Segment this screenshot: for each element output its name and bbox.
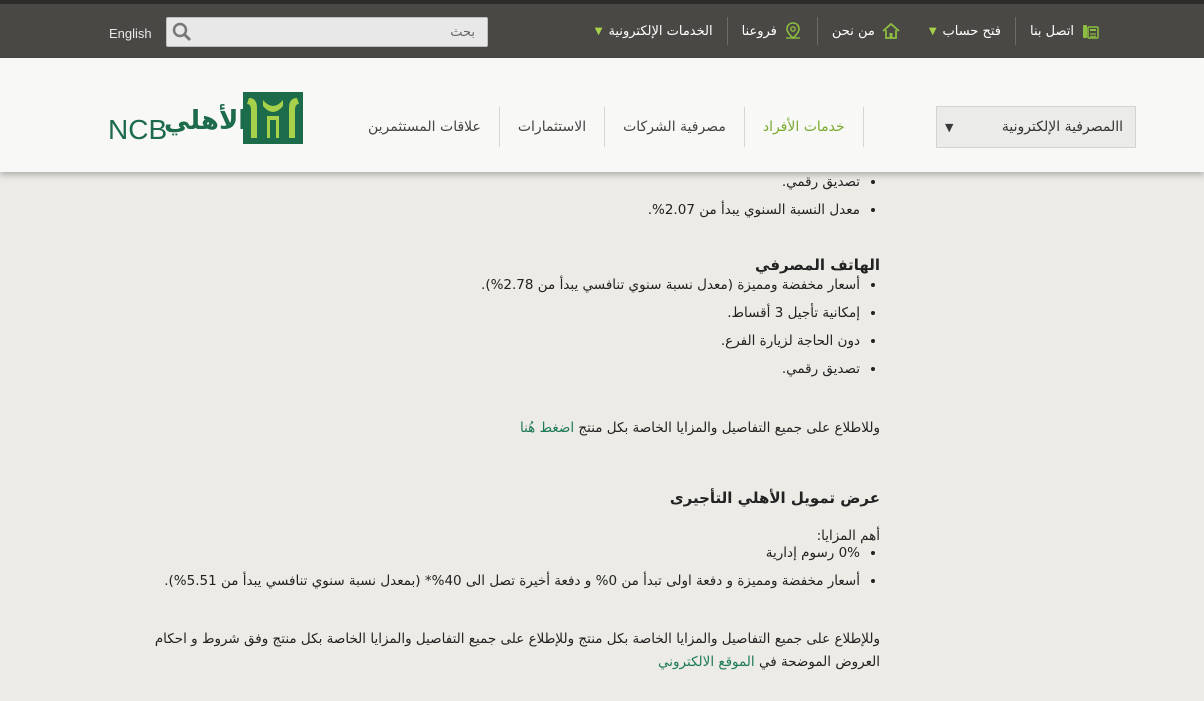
nav-corporate-banking[interactable]: مصرفية الشركات (605, 119, 744, 135)
top-nav-branches-label: فروعنا (741, 23, 777, 39)
top-bar: English الخدمات الإلكترونية ▼ فروعنا (0, 0, 1204, 58)
top-nav-contact[interactable]: اتصل بنا (1016, 17, 1114, 45)
list-item: تصديق رقمي. (130, 168, 860, 196)
list-item: أسعار مخفضة ومميزة (معدل نسبة سنوي تنافس… (130, 271, 860, 299)
page-content: تصديق رقمي. معدل النسبة السنوي يبدأ من 2… (130, 172, 880, 701)
details-link[interactable]: اضغط هُنا (520, 420, 574, 436)
top-nav-branches[interactable]: فروعنا (728, 17, 817, 45)
phone-icon (1083, 25, 1099, 39)
top-nav-open-account-label: فتح حساب (942, 23, 1002, 39)
lease-offer-heading: عرض تمويل الأهلي التأجيرى (669, 489, 880, 507)
divider (816, 17, 818, 45)
ebanking-dropdown[interactable]: االمصرفية الإلكترونية ▼ (936, 106, 1136, 148)
list-item: دون الحاجة لزيارة الفرع. (130, 327, 860, 355)
search-box[interactable] (166, 17, 488, 47)
ncb-emblem-icon (243, 92, 303, 144)
section1: تصديق رقمي. معدل النسبة السنوي يبدأ من 2… (130, 168, 880, 224)
list-item: أسعار مخفضة ومميزة و دفعة اولى تبدأ من 0… (130, 567, 860, 592)
lease-footer-text: وللإطلاع على جميع التفاصيل والمزايا الخا… (154, 631, 880, 670)
main-nav: NCB الأهلي علاقات المستثمرين الاستثمارات… (0, 58, 1204, 172)
ebanking-label: االمصرفية الإلكترونية (1001, 119, 1123, 135)
top-nav-contact-label: اتصل بنا (1030, 23, 1074, 39)
lease-footer-paragraph: وللإطلاع على جميع التفاصيل والمزايا الخا… (130, 628, 880, 674)
top-nav-about-label: من نحن (831, 23, 875, 39)
phone-banking-list: أسعار مخفضة ومميزة (معدل نسبة سنوي تنافس… (130, 271, 880, 383)
list-item: 0% رسوم إدارية (130, 539, 860, 567)
ncb-logo[interactable]: NCB الأهلي (108, 92, 303, 147)
divider (726, 17, 728, 45)
top-nav: الخدمات الإلكترونية ▼ فروعنا من نحن فتح … (581, 4, 1114, 58)
search-input[interactable] (193, 19, 483, 45)
logo-arabic: الأهلي (164, 106, 248, 136)
lease-offer-list: 0% رسوم إدارية أسعار مخفضة ومميزة و دفعة… (130, 539, 880, 592)
list-item: إمكانية تأجيل 3 أقساط. (130, 299, 860, 327)
list-item: معدل النسبة السنوي يبدأ من 2.07%. (130, 196, 860, 224)
dropdown-arrow-icon: ▼ (945, 120, 954, 134)
dropdown-arrow-icon: ▼ (928, 25, 937, 37)
top-nav-open-account[interactable]: فتح حساب ▼ (915, 17, 1015, 45)
nav-investments[interactable]: الاستثمارات (500, 119, 604, 135)
logo-latin: NCB (108, 114, 168, 145)
divider (862, 107, 864, 147)
details-paragraph: وللاطلاع على جميع التفاصيل والمزايا الخا… (130, 417, 880, 440)
divider (1015, 17, 1017, 45)
dropdown-arrow-icon: ▼ (594, 25, 603, 37)
top-nav-eservices[interactable]: الخدمات الإلكترونية ▼ (581, 17, 727, 45)
website-link[interactable]: الموقع الالكتروني (658, 654, 755, 670)
list-item: تصديق رقمي. (130, 355, 860, 383)
lease-offer-section: عرض تمويل الأهلي التأجيرى (130, 489, 880, 507)
top-nav-about[interactable]: من نحن (818, 17, 915, 45)
top-nav-eservices-label: الخدمات الإلكترونية (608, 23, 713, 39)
language-link[interactable]: English (109, 26, 152, 41)
nav-investor-relations[interactable]: علاقات المستثمرين (350, 119, 499, 135)
nav-personal-services[interactable]: خدمات الأفراد (745, 119, 863, 135)
map-pin-icon (785, 22, 800, 40)
main-nav-items: علاقات المستثمرين الاستثمارات مصرفية الش… (350, 106, 864, 148)
search-icon[interactable] (171, 21, 193, 43)
details-text: وللاطلاع على جميع التفاصيل والمزايا الخا… (574, 420, 880, 436)
home-icon (882, 22, 900, 39)
